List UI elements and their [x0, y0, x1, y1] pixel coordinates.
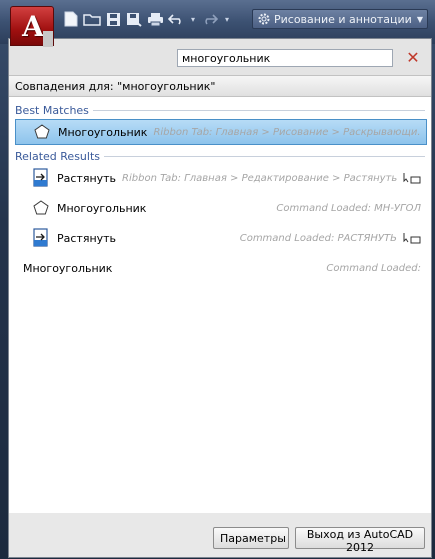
result-path: Ribbon Tab: Главная > Редактирование > Р… — [122, 172, 397, 184]
result-name: Растянуть — [57, 231, 117, 245]
list-item[interactable]: Многоугольник Ribbon Tab: Главная > Рисо… — [15, 119, 427, 145]
print-icon[interactable] — [146, 10, 164, 28]
best-matches-section: Best Matches — [15, 103, 425, 117]
result-name: Многоугольник — [23, 261, 113, 275]
workspace-label: Рисование и аннотации — [274, 12, 412, 26]
result-path: Command Loaded: — [326, 262, 421, 274]
divider — [104, 155, 425, 157]
exit-autocad-button[interactable]: Выход из AutoCAD 2012 — [295, 527, 425, 554]
clear-search-icon[interactable]: ✕ — [403, 49, 423, 67]
result-name: Многоугольник — [57, 201, 147, 215]
undo-icon[interactable] — [167, 10, 185, 28]
polygon-icon — [31, 198, 51, 218]
quick-access-toolbar: ▾ ▾ — [62, 8, 232, 30]
list-item[interactable]: Растянуть Ribbon Tab: Главная > Редактир… — [15, 165, 427, 191]
search-input[interactable] — [177, 49, 393, 67]
list-item[interactable]: Многоугольник Command Loaded: — [15, 255, 427, 281]
undo-dropdown-icon[interactable]: ▾ — [188, 15, 198, 24]
save-icon[interactable] — [104, 10, 122, 28]
redo-dropdown-icon[interactable]: ▾ — [222, 15, 232, 24]
new-file-icon[interactable] — [62, 10, 80, 28]
result-path: Command Loaded: РАСТЯНУТЬ — [239, 232, 397, 244]
section-title: Related Results — [15, 149, 100, 163]
result-name: Растянуть — [57, 171, 117, 185]
search-row: ✕ — [9, 39, 431, 75]
workspace-dropdown[interactable]: Рисование и аннотации ▼ — [252, 9, 428, 29]
open-folder-icon[interactable] — [83, 10, 101, 28]
cursor-rectangle-icon — [403, 173, 421, 184]
chevron-down-icon: ▼ — [416, 14, 423, 24]
list-item[interactable]: Растянуть Command Loaded: РАСТЯНУТЬ — [15, 225, 427, 251]
gear-icon — [258, 13, 270, 25]
list-item[interactable]: Многоугольник Command Loaded: МН-УГОЛ — [15, 195, 427, 221]
application-menu-button[interactable]: A — [10, 6, 54, 47]
menu-footer: Параметры Выход из AutoCAD 2012 — [9, 513, 431, 557]
result-path: Ribbon Tab: Главная > Рисование > Раскры… — [153, 126, 420, 138]
save-as-icon[interactable] — [125, 10, 143, 28]
results-header: Совпадения для: "многоугольник" — [9, 75, 431, 97]
related-results-section: Related Results — [15, 149, 425, 163]
stretch-icon — [31, 228, 51, 248]
result-path: Command Loaded: МН-УГОЛ — [276, 202, 421, 214]
divider — [92, 109, 425, 111]
stretch-icon — [31, 168, 51, 188]
section-title: Best Matches — [15, 103, 89, 117]
autocad-logo-icon: A — [22, 10, 44, 43]
redo-icon[interactable] — [201, 10, 219, 28]
polygon-icon — [32, 122, 52, 142]
application-menu-panel: ✕ Совпадения для: "многоугольник" Best M… — [8, 38, 432, 558]
cursor-rectangle-icon — [403, 233, 421, 244]
search-results-list: Best Matches Многоугольник Ribbon Tab: Г… — [9, 97, 431, 513]
result-name: Многоугольник — [58, 125, 148, 139]
options-button[interactable]: Параметры — [213, 527, 289, 549]
